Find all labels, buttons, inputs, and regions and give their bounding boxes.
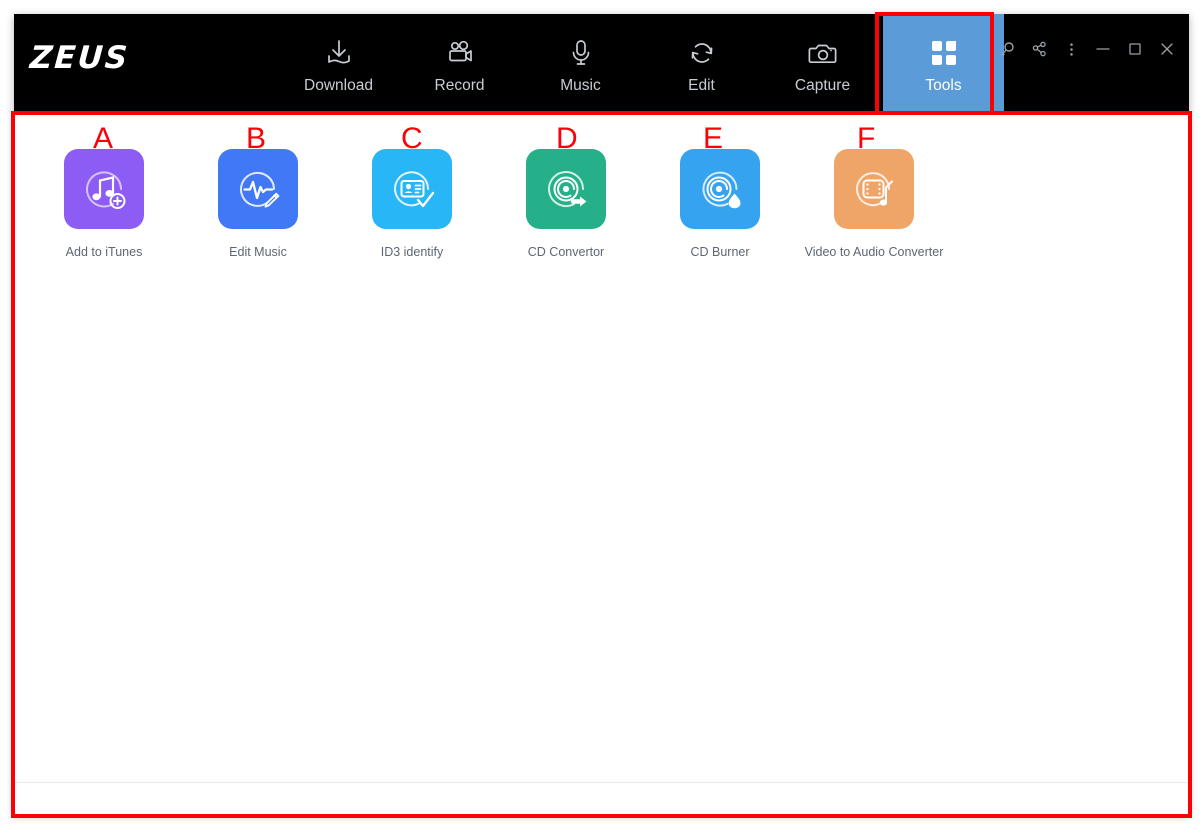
window-controls bbox=[993, 36, 1181, 62]
more-options-icon[interactable] bbox=[1057, 36, 1085, 62]
tool-label: Add to iTunes bbox=[65, 245, 143, 259]
footer-separator bbox=[14, 782, 1189, 783]
grid-squares-icon bbox=[928, 34, 960, 72]
download-icon bbox=[322, 34, 356, 72]
tools-content-panel: Add to iTunes Edit Music ID3 identify CD… bbox=[14, 113, 1189, 814]
tool-label: Video to Audio Converter bbox=[804, 245, 944, 259]
microphone-icon bbox=[564, 34, 598, 72]
nav-tab-music[interactable]: Music bbox=[520, 14, 641, 113]
close-icon[interactable] bbox=[1153, 36, 1181, 62]
tool-video-to-audio-converter[interactable]: Video to Audio Converter bbox=[797, 149, 951, 259]
maximize-icon[interactable] bbox=[1121, 36, 1149, 62]
minimize-icon[interactable] bbox=[1089, 36, 1117, 62]
tool-cd-burner[interactable]: CD Burner bbox=[643, 149, 797, 259]
share-icon[interactable] bbox=[1025, 36, 1053, 62]
nav-tab-record[interactable]: Record bbox=[399, 14, 520, 113]
zeus-application-window: ZEUS Download Record Music Edit Capture … bbox=[14, 14, 1189, 814]
tool-tile bbox=[218, 149, 298, 229]
nav-tab-capture[interactable]: Capture bbox=[762, 14, 883, 113]
nav-tab-label: Tools bbox=[925, 76, 962, 94]
tool-edit-music[interactable]: Edit Music bbox=[181, 149, 335, 259]
nav-tab-tools[interactable]: Tools bbox=[883, 14, 1004, 113]
title-bar: ZEUS Download Record Music Edit Capture … bbox=[14, 14, 1189, 113]
tool-tile bbox=[680, 149, 760, 229]
main-navigation: Download Record Music Edit Capture Tools bbox=[278, 14, 1004, 113]
nav-tab-edit[interactable]: Edit bbox=[641, 14, 762, 113]
tool-label: CD Convertor bbox=[527, 245, 605, 259]
tools-grid: Add to iTunes Edit Music ID3 identify CD… bbox=[27, 149, 951, 259]
tool-label: ID3 identify bbox=[380, 245, 444, 259]
camera-icon bbox=[806, 34, 840, 72]
nav-tab-label: Music bbox=[560, 76, 601, 94]
app-logo: ZEUS bbox=[28, 40, 131, 76]
nav-tab-label: Download bbox=[304, 76, 373, 94]
nav-tab-download[interactable]: Download bbox=[278, 14, 399, 113]
video-camera-icon bbox=[443, 34, 477, 72]
nav-tab-label: Record bbox=[434, 76, 485, 94]
refresh-arrows-icon bbox=[685, 34, 719, 72]
tool-label: CD Burner bbox=[690, 245, 750, 259]
nav-tab-label: Edit bbox=[688, 76, 715, 94]
tool-label: Edit Music bbox=[229, 245, 287, 259]
tool-tile bbox=[64, 149, 144, 229]
tool-tile bbox=[372, 149, 452, 229]
nav-tab-label: Capture bbox=[794, 76, 851, 94]
tool-add-to-itunes[interactable]: Add to iTunes bbox=[27, 149, 181, 259]
tool-cd-convertor[interactable]: CD Convertor bbox=[489, 149, 643, 259]
tool-tile bbox=[834, 149, 914, 229]
search-icon[interactable] bbox=[993, 36, 1021, 62]
tool-id3-identify[interactable]: ID3 identify bbox=[335, 149, 489, 259]
tool-tile bbox=[526, 149, 606, 229]
